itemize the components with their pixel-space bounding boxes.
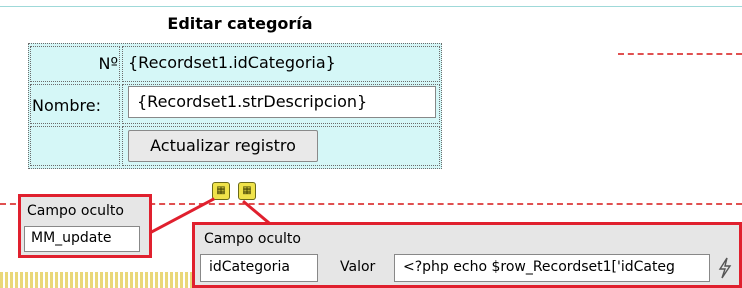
lightning-icon[interactable] [717, 256, 733, 280]
hidden-field-icon[interactable]: ▦ [238, 182, 256, 200]
id-label: Nº [98, 54, 118, 73]
table-cell [30, 126, 120, 166]
update-record-button[interactable]: Actualizar registro [128, 130, 318, 162]
dashed-guide-line [618, 53, 742, 55]
panel-title: Campo oculto [204, 231, 301, 247]
guide-line [0, 6, 742, 7]
value-label: Valor [340, 259, 376, 275]
panel-title: Campo oculto [27, 203, 124, 219]
decorative-strip [0, 272, 200, 288]
hidden-field-name-input[interactable]: MM_update [24, 226, 140, 252]
nombre-label: Nombre: [32, 96, 101, 115]
hidden-field-icon[interactable]: ▦ [212, 182, 230, 200]
form-title: Editar categoría [167, 14, 313, 33]
id-value[interactable]: {Recordset1.idCategoria} [128, 53, 336, 72]
descripcion-input[interactable]: {Recordset1.strDescripcion} [128, 86, 436, 118]
hidden-field-name-input[interactable]: idCategoria [200, 254, 318, 282]
hidden-field-value-input[interactable]: <?php echo $row_Recordset1['idCateg [394, 254, 710, 282]
